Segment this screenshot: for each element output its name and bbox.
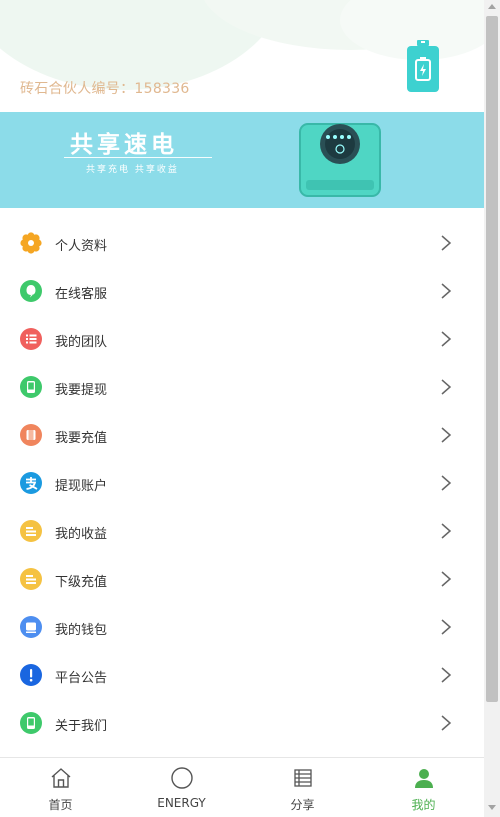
menu-list: 个人资料 在线客服 我的团队 我要提现 我要充值 提现账户 我的收益 下级充值 …: [0, 220, 484, 748]
tab-label: 我的: [411, 798, 436, 812]
chevron-right-icon: [441, 235, 452, 251]
chevron-right-icon: [441, 379, 452, 395]
tab-mine[interactable]: 我的: [363, 758, 484, 817]
menu-item-label: 个人资料: [55, 239, 108, 254]
menu-item-online-service[interactable]: 在线客服: [0, 268, 484, 316]
menu-item-withdraw[interactable]: 我要提现: [0, 364, 484, 412]
menu-item-label: 我的团队: [55, 335, 108, 350]
stack-icon: [20, 520, 42, 542]
menu-item-label: 我的收益: [55, 527, 108, 542]
phone-icon: [20, 712, 42, 734]
chevron-right-icon: [441, 283, 452, 299]
menu-item-recharge[interactable]: 我要充值: [0, 412, 484, 460]
tab-label: 首页: [48, 798, 73, 812]
power-bank-image: [299, 123, 381, 197]
menu-item-profile[interactable]: 个人资料: [0, 220, 484, 268]
phone-icon: [20, 376, 42, 398]
menu-item-label: 提现账户: [55, 479, 108, 494]
chevron-right-icon: [441, 523, 452, 539]
exclamation-icon: [20, 664, 42, 686]
menu-item-my-team[interactable]: 我的团队: [0, 316, 484, 364]
menu-item-label: 下级充值: [55, 575, 108, 590]
circle-icon: [171, 767, 193, 789]
scroll-up-arrow-icon[interactable]: [488, 4, 496, 9]
menu-item-subordinate-recharge[interactable]: 下级充值: [0, 556, 484, 604]
chevron-right-icon: [441, 571, 452, 587]
chat-bubble-icon: [20, 280, 42, 302]
tab-label: 分享: [290, 798, 315, 812]
app-screen: 砖石合伙人编号：158336 共享速电 共享充电 共享收益 个人资料 在线客服 …: [0, 0, 484, 817]
gear-icon: [20, 232, 42, 254]
menu-item-announcement[interactable]: 平台公告: [0, 652, 484, 700]
user-icon: [415, 769, 433, 788]
chevron-right-icon: [441, 331, 452, 347]
tab-energy[interactable]: ENERGY: [121, 758, 242, 817]
menu-item-withdraw-account[interactable]: 提现账户: [0, 460, 484, 508]
chevron-right-icon: [441, 427, 452, 443]
wallet-icon: [20, 616, 42, 638]
tab-share[interactable]: 分享: [242, 758, 363, 817]
banner-subtitle: 共享充电 共享收益: [86, 165, 179, 175]
banner-divider: [64, 157, 212, 158]
chevron-right-icon: [441, 475, 452, 491]
menu-item-label: 平台公告: [55, 671, 108, 686]
menu-item-my-wallet[interactable]: 我的钱包: [0, 604, 484, 652]
bottom-tab-bar: 首页 ENERGY 分享 我的: [0, 757, 484, 817]
profile-header: 砖石合伙人编号：158336: [0, 0, 484, 112]
tab-label: ENERGY: [157, 796, 206, 810]
tab-home[interactable]: 首页: [0, 758, 121, 817]
chevron-right-icon: [441, 715, 452, 731]
menu-item-my-earnings[interactable]: 我的收益: [0, 508, 484, 556]
partner-id-text: 砖石合伙人编号：158336: [20, 81, 190, 97]
menu-item-label: 我要提现: [55, 383, 108, 398]
card-icon: [20, 424, 42, 446]
menu-item-label: 我要充值: [55, 431, 108, 446]
home-icon: [51, 768, 71, 788]
banner-title: 共享速电: [70, 132, 178, 158]
promo-banner[interactable]: 共享速电 共享充电 共享收益: [0, 112, 484, 208]
share-list-icon: [294, 769, 312, 787]
stack-icon: [20, 568, 42, 590]
battery-icon: [407, 40, 439, 92]
vertical-scrollbar[interactable]: [484, 0, 500, 817]
scroll-down-arrow-icon[interactable]: [488, 805, 496, 810]
scrollbar-thumb[interactable]: [486, 16, 498, 702]
menu-item-about-us[interactable]: 关于我们: [0, 700, 484, 748]
menu-item-label: 关于我们: [55, 719, 108, 734]
menu-item-label: 在线客服: [55, 287, 108, 302]
list-icon: [20, 328, 42, 350]
chevron-right-icon: [441, 619, 452, 635]
menu-item-label: 我的钱包: [55, 623, 108, 638]
chevron-right-icon: [441, 667, 452, 683]
alipay-icon: [20, 472, 42, 494]
